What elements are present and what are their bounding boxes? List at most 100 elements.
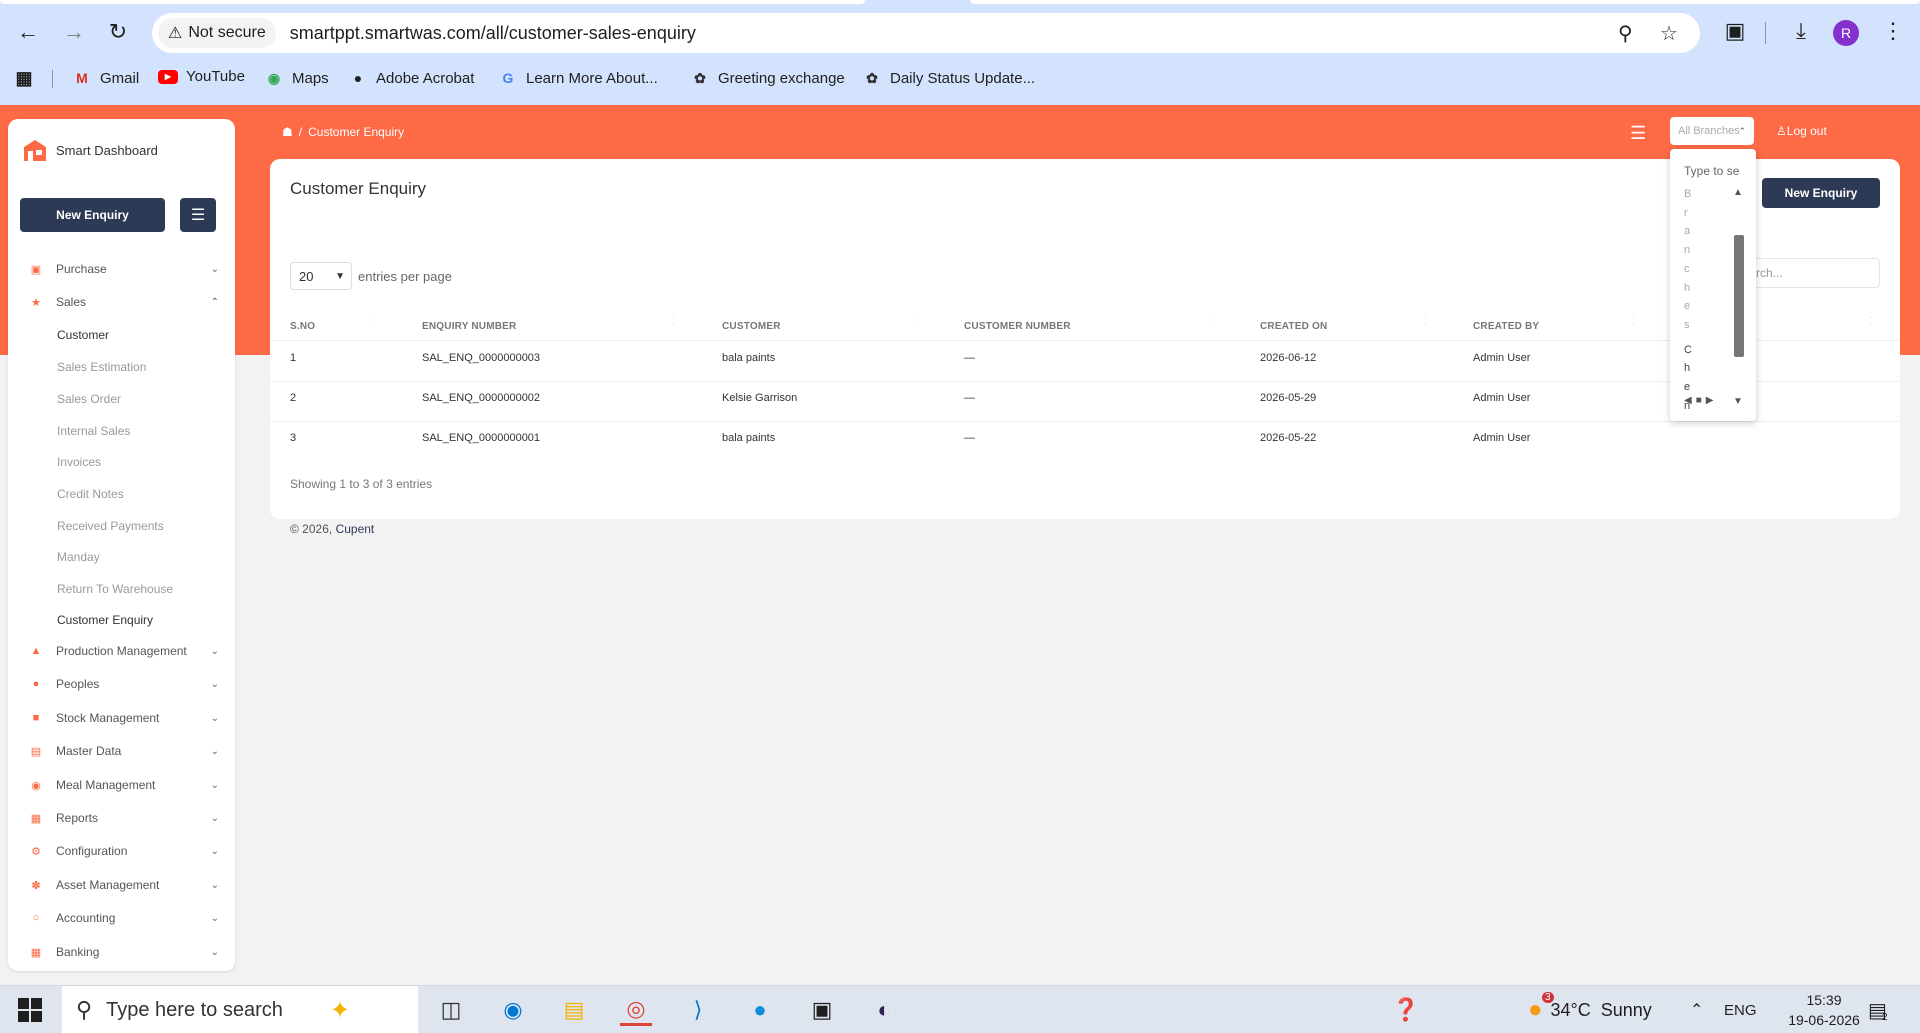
vscode-icon[interactable]: ⟩ — [682, 994, 714, 1026]
horizontal-scrollbar[interactable]: ◀■▶ — [1684, 395, 1717, 406]
sidebar-sub-internal-sales[interactable]: Internal Sales — [57, 424, 130, 438]
sidebar-item-reports[interactable]: ▦ Reports ⌄ — [20, 806, 225, 830]
chevron-down-icon: ⌄ — [210, 779, 219, 791]
store-logo-icon — [24, 140, 46, 161]
footer-company-link[interactable]: Cupent — [336, 522, 375, 536]
branch-search-input[interactable]: Type to se — [1684, 164, 1739, 178]
sidebar-item-stock-management[interactable]: ■ Stock Management ⌄ — [20, 706, 225, 730]
col-customer[interactable]: CUSTOMER — [722, 321, 781, 332]
sort-icon[interactable]: ˙ ˙ — [672, 317, 675, 333]
file-explorer-icon[interactable]: ▤ — [558, 994, 590, 1026]
hamburger-icon[interactable]: ☰ — [1630, 123, 1646, 144]
cell-enquiry-number[interactable]: SAL_ENQ_0000000003 — [422, 352, 540, 364]
sidebar-item-configuration[interactable]: ⚙ Configuration ⌄ — [20, 839, 225, 863]
bookmark-daily-status[interactable]: ✿ Daily Status Update... — [862, 68, 1035, 88]
sidebar-item-production-management[interactable]: ▲ Production Management ⌄ — [20, 639, 225, 663]
cell-enquiry-number[interactable]: SAL_ENQ_0000000002 — [422, 392, 540, 404]
scroll-thumb[interactable] — [1734, 235, 1744, 357]
sun-icon: ● 3 — [1528, 992, 1554, 1024]
logout-link[interactable]: ♙Log out — [1776, 124, 1827, 138]
chevron-down-icon: ⌄ — [210, 879, 219, 891]
menu-toggle-icon[interactable]: ☰ — [180, 198, 216, 232]
sidebar-item-sales[interactable]: ★ Sales ⌃ — [20, 290, 225, 314]
sidebar-item-meal-management[interactable]: ◉ Meal Management ⌄ — [20, 773, 225, 797]
sort-icon[interactable]: ˙ ˙ — [914, 317, 917, 333]
sidebar-sub-sales-order[interactable]: Sales Order — [57, 392, 121, 406]
task-view-icon[interactable]: ◫ — [435, 994, 467, 1026]
zoom-icon[interactable]: ⚲ — [1618, 21, 1633, 46]
col-customer-number[interactable]: CUSTOMER NUMBER — [964, 321, 1071, 332]
download-icon[interactable]: ⤓ — [1786, 18, 1816, 44]
url-text[interactable]: smartppt.smartwas.com/all/customer-sales… — [290, 23, 696, 44]
scroll-down-icon[interactable]: ▼ — [1733, 396, 1743, 407]
col-created-by[interactable]: CREATED BY — [1473, 321, 1539, 332]
sidebar-sub-credit-notes[interactable]: Credit Notes — [57, 487, 124, 501]
database-icon: ▤ — [30, 745, 42, 758]
sidebar-sub-customer-enquiry[interactable]: Customer Enquiry — [57, 613, 153, 627]
menu-kebab-icon[interactable]: ⋮ — [1878, 18, 1908, 44]
sidebar-sub-sales-estimation[interactable]: Sales Estimation — [57, 360, 146, 374]
skype-icon[interactable]: ● — [744, 994, 776, 1026]
table-search-input[interactable]: rch... — [1735, 258, 1880, 288]
reload-icon[interactable]: ↻ — [104, 18, 132, 46]
bookmark-star-icon[interactable]: ☆ — [1660, 21, 1678, 46]
branch-option-list[interactable]: B r a n c h e s C h e n — [1684, 185, 1708, 415]
back-icon[interactable]: ← — [14, 18, 42, 46]
bookmark-gmail[interactable]: M Gmail — [72, 68, 139, 88]
edge-icon[interactable]: ◉ — [497, 994, 529, 1026]
chevron-up-icon: ⌃ — [210, 296, 219, 308]
taskbar-search-input[interactable]: ⚲ Type here to search ✦ — [62, 986, 418, 1033]
bookmark-adobe[interactable]: ● Adobe Acrobat — [348, 68, 475, 88]
not-secure-badge[interactable]: ⚠ Not secure — [158, 18, 276, 48]
sort-icon[interactable]: ˙ ˙ — [1210, 317, 1213, 333]
sidebar-sub-manday[interactable]: Manday — [57, 550, 100, 564]
col-sno[interactable]: S.NO — [290, 321, 315, 332]
cell-enquiry-number[interactable]: SAL_ENQ_0000000001 — [422, 432, 540, 444]
sort-icon[interactable]: ˙ ˙ — [1632, 317, 1635, 333]
user-icon: ♙ — [1776, 124, 1787, 138]
eclipse-icon[interactable]: ◐ — [868, 994, 900, 1026]
sort-icon[interactable]: ˙ ˙ — [1870, 317, 1873, 333]
youtube-icon: ▶ — [158, 69, 178, 84]
col-enquiry-number[interactable]: ENQUIRY NUMBER — [422, 321, 516, 332]
help-icon[interactable]: ❓ — [1390, 994, 1422, 1026]
sidebar-sub-received-payments[interactable]: Received Payments — [57, 519, 164, 533]
scroll-up-icon[interactable]: ▲ — [1733, 187, 1743, 198]
sort-icon[interactable]: ˙ ˙ — [1424, 317, 1427, 333]
sidebar-item-accounting[interactable]: ○ Accounting ⌄ — [20, 906, 225, 930]
address-bar[interactable]: ⚠ Not secure smartppt.smartwas.com/all/cu… — [152, 13, 1700, 53]
new-enquiry-button[interactable]: New Enquiry — [1762, 178, 1880, 208]
dropdown-scrollbar[interactable]: ▲ ▼ — [1731, 187, 1747, 407]
sidebar-sub-return-to-warehouse[interactable]: Return To Warehouse — [57, 582, 173, 596]
sidebar-item-purchase[interactable]: ▣ Purchase ⌄ — [20, 257, 225, 281]
home-icon[interactable]: ☗ — [282, 125, 293, 139]
sort-icon[interactable]: ˙ ˙ — [372, 317, 375, 333]
chevron-up-icon[interactable]: ⌃ — [1690, 986, 1703, 1033]
sidebar-item-asset-management[interactable]: ✽ Asset Management ⌄ — [20, 873, 225, 897]
bookmark-maps[interactable]: ◉ Maps — [264, 68, 329, 88]
branch-select[interactable]: All Branches ⌃ — [1670, 117, 1754, 145]
page-size-select[interactable]: 20 ▼ — [290, 262, 352, 290]
weather-widget[interactable]: ● 3 34°C Sunny — [1528, 986, 1652, 1033]
forward-icon[interactable]: → — [60, 18, 88, 46]
extensions-icon[interactable]: ▣ — [1720, 18, 1750, 44]
language-indicator[interactable]: ENG — [1724, 986, 1757, 1033]
sidebar-item-peoples[interactable]: ● Peoples ⌄ — [20, 672, 225, 696]
sidebar-sub-invoices[interactable]: Invoices — [57, 455, 101, 469]
brand[interactable]: Smart Dashboard — [22, 137, 158, 163]
col-created-on[interactable]: CREATED ON — [1260, 321, 1327, 332]
sticky-notes-icon[interactable]: ▣ — [806, 994, 838, 1026]
sidebar-item-banking[interactable]: ▦ Banking ⌄ — [20, 940, 225, 964]
sidebar-item-master-data[interactable]: ▤ Master Data ⌄ — [20, 739, 225, 763]
sidebar-sub-customer[interactable]: Customer — [57, 328, 109, 342]
apps-grid-icon[interactable]: ▦ — [14, 68, 42, 88]
bookmark-youtube[interactable]: ▶ YouTube — [158, 68, 245, 85]
bookmark-learn-more[interactable]: G Learn More About... — [498, 68, 658, 88]
notification-icon[interactable]: ▤ 2 — [1868, 986, 1888, 1033]
windows-start-icon[interactable] — [18, 998, 42, 1022]
bookmark-greeting[interactable]: ✿ Greeting exchange — [690, 68, 845, 88]
clock[interactable]: 15:39 19-06-2026 — [1780, 990, 1868, 1030]
sidebar-new-enquiry-button[interactable]: New Enquiry — [20, 198, 165, 232]
chrome-icon[interactable]: ◎ — [620, 994, 652, 1026]
profile-avatar[interactable]: R — [1833, 20, 1859, 46]
